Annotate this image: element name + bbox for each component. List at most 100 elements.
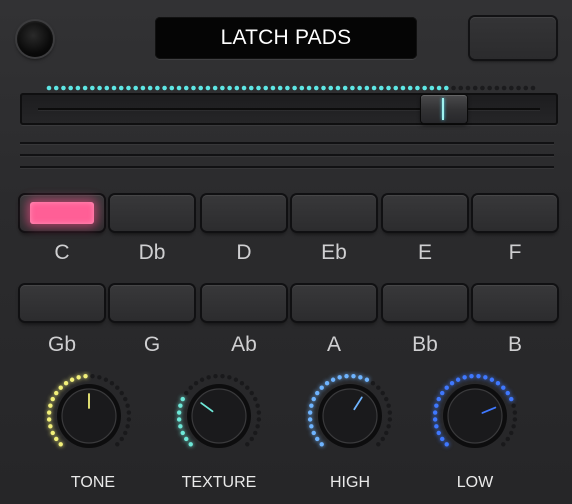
knob-level-dot	[434, 424, 439, 429]
knob-tone[interactable]	[44, 371, 134, 461]
knob-level-dot	[109, 381, 115, 386]
knob-level-dot	[501, 442, 506, 447]
meter-dot	[487, 85, 492, 91]
pad-d[interactable]	[202, 195, 286, 231]
meter-dot	[256, 85, 261, 91]
knob-level-dot	[178, 403, 183, 408]
meter-dot	[118, 85, 124, 91]
meter-dot	[140, 85, 146, 91]
knob-level-dot	[436, 430, 441, 436]
knob-level-dot	[509, 430, 514, 436]
knob-high[interactable]	[305, 371, 395, 461]
meter-dot	[393, 85, 399, 91]
knob-level-dot	[256, 417, 262, 422]
knob-level-dot	[319, 442, 324, 447]
knob-level-dot	[337, 375, 342, 380]
knob-level-dot	[309, 403, 314, 408]
meter-dot	[90, 85, 95, 91]
meter-dot	[169, 85, 175, 91]
knob-level-dot	[188, 385, 193, 390]
knob-level-dot	[386, 403, 391, 408]
level-meter	[46, 85, 536, 91]
knob-level-dot	[97, 375, 102, 380]
meter-dot	[530, 85, 536, 91]
meter-dot	[162, 85, 167, 91]
pad-note-label: Ab	[231, 333, 257, 356]
meter-dot	[183, 85, 189, 91]
knob-level-dot	[184, 390, 189, 396]
power-button[interactable]	[17, 21, 53, 57]
knob-level-dot	[199, 377, 205, 382]
knob-level-dot	[376, 385, 381, 390]
meter-dot	[328, 85, 334, 91]
meter-dot	[82, 85, 88, 91]
knob-level-dot	[126, 410, 132, 415]
meter-dot	[285, 85, 290, 91]
pad-note-label: Gb	[47, 333, 76, 356]
meter-dot	[234, 85, 240, 91]
knob-level-dot	[380, 436, 385, 442]
pad-f[interactable]	[473, 195, 557, 231]
knob-level-dot	[253, 396, 258, 402]
meter-dot	[75, 85, 81, 91]
pad-c[interactable]	[20, 195, 104, 231]
knob-level-dot	[69, 377, 75, 382]
pad-b[interactable]	[473, 285, 557, 321]
knob-level-dot	[505, 436, 510, 442]
meter-dot	[321, 85, 326, 91]
knob-level-dot	[384, 430, 389, 436]
knob-level-dot	[58, 442, 63, 447]
pad-db[interactable]	[110, 195, 194, 231]
meter-dot	[212, 85, 218, 91]
meter-dot	[494, 85, 500, 91]
meter-dot	[220, 85, 225, 91]
knob-level-dot	[380, 390, 385, 396]
pad-gb[interactable]	[20, 285, 104, 321]
knob-level-dot	[309, 424, 314, 429]
knob-level-dot	[220, 373, 225, 379]
meter-dot	[46, 85, 52, 91]
knob-level-dot	[178, 424, 183, 429]
knob-label: HIGH	[330, 474, 370, 491]
knob-level-dot	[245, 442, 250, 447]
meter-dot	[198, 85, 204, 91]
knob-low[interactable]	[430, 371, 520, 461]
meter-dot	[429, 85, 435, 91]
knob-level-dot	[125, 424, 130, 429]
pad-eb[interactable]	[292, 195, 376, 231]
pad-e[interactable]	[383, 195, 467, 231]
meter-dot	[451, 85, 456, 91]
knob-level-dot	[387, 417, 393, 422]
knob-level-dot	[505, 390, 510, 396]
knob-level-dot	[46, 417, 52, 422]
pad-ab[interactable]	[202, 285, 286, 321]
knob-level-dot	[123, 430, 128, 436]
knob-level-dot	[256, 410, 262, 415]
knob-level-dot	[315, 436, 320, 442]
knob-level-dot	[444, 385, 449, 390]
meter-dot	[299, 85, 305, 91]
meter-dot	[306, 85, 312, 91]
menu-button[interactable]	[470, 17, 556, 59]
knob-level-dot	[495, 381, 501, 386]
pad-g[interactable]	[110, 285, 194, 321]
knob-level-dot	[351, 373, 356, 379]
knob-level-dot	[255, 403, 260, 408]
plugin-panel: LATCH PADS C Db D Eb E F Gb G Ab A Bb B TONE TEXTURE…	[0, 0, 572, 504]
knob-texture[interactable]	[174, 371, 264, 461]
slider-thumb[interactable]	[420, 95, 467, 123]
meter-dot	[407, 85, 413, 91]
knob-level-dot	[344, 373, 349, 379]
knob-level-dot	[449, 381, 455, 386]
pad-bb[interactable]	[383, 285, 467, 321]
pad-note-label: Bb	[412, 333, 438, 356]
knob-level-dot	[63, 381, 69, 386]
pad-a[interactable]	[292, 285, 376, 321]
meter-dot	[480, 85, 485, 91]
meter-dot	[155, 85, 160, 91]
meter-dot	[342, 85, 348, 91]
meter-dot	[61, 85, 66, 91]
pad-note-label: G	[143, 333, 161, 356]
knob-level-dot	[239, 381, 245, 386]
slider-thumb-indicator	[441, 98, 444, 120]
